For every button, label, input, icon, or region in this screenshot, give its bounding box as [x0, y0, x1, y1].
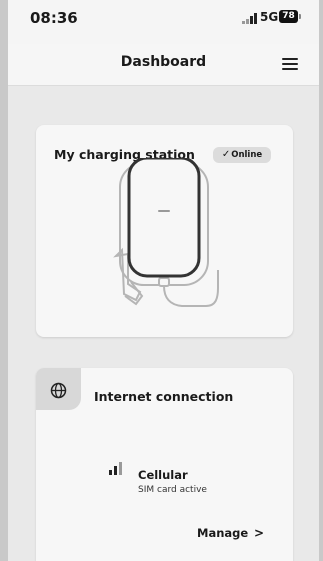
- page-title: Dashboard: [120, 54, 207, 70]
- internet-connection-card: Internet connection Cellular SIM card ac…: [36, 368, 293, 561]
- status-bar: 08:36 5G 78: [8, 0, 319, 44]
- battery-icon: 78: [279, 10, 298, 23]
- signal-strength-icon: [242, 13, 257, 24]
- connection-status: SIM card active: [138, 485, 207, 495]
- globe-tab: [36, 368, 81, 410]
- chevron-right-icon[interactable]: >: [254, 526, 264, 540]
- hamburger-menu-icon[interactable]: [282, 58, 298, 70]
- wallbox-charger-icon: [113, 158, 219, 307]
- app-screen: 08:36 5G 78 Dashboard My charging statio…: [8, 0, 319, 561]
- internet-title: Internet connection: [94, 389, 234, 404]
- charging-station-card[interactable]: My charging station ✓Online: [36, 125, 293, 337]
- network-type: 5G: [260, 10, 279, 24]
- status-time: 08:36: [30, 9, 78, 27]
- manage-link[interactable]: Manage: [197, 526, 248, 540]
- cellular-signal-icon: [109, 462, 122, 475]
- globe-icon: [50, 382, 67, 399]
- app-header: Dashboard: [8, 44, 319, 86]
- connection-type: Cellular: [138, 468, 188, 482]
- battery-tip: [299, 14, 301, 19]
- status-label: Online: [231, 150, 263, 160]
